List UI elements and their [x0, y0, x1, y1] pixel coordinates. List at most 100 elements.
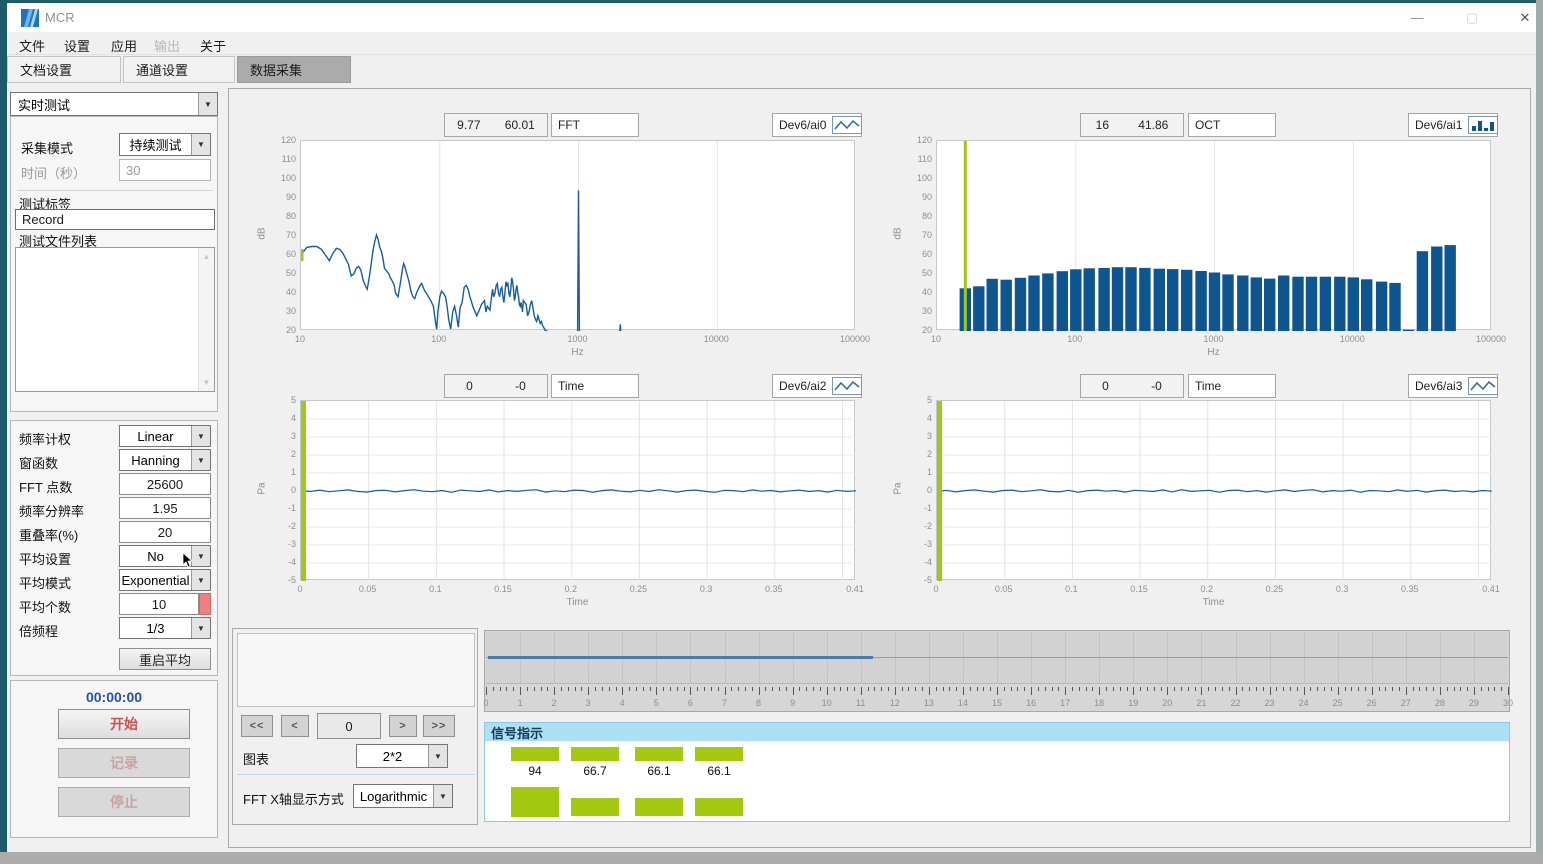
divider — [237, 774, 475, 775]
oct-bar — [1154, 269, 1165, 331]
x-tick-label: 0.35 — [1380, 584, 1440, 594]
test-file-listbox[interactable]: ▲ ▼ — [15, 247, 215, 392]
ruler-minor-tick — [745, 687, 746, 691]
window-border-top — [0, 0, 1543, 3]
ruler-number: 27 — [1394, 698, 1418, 708]
ruler-minor-tick — [799, 687, 800, 691]
scroll-up-icon[interactable]: ▲ — [199, 252, 214, 261]
oct-bar — [1292, 277, 1303, 331]
restart-average-button[interactable]: 重启平均 — [119, 648, 211, 670]
ruler-minor-tick — [908, 687, 909, 691]
y-tick-label: -4 — [264, 557, 296, 567]
oct-type-box[interactable]: OCT — [1188, 113, 1276, 137]
y-tick-label: -3 — [264, 539, 296, 549]
page-next-button[interactable]: > — [389, 715, 417, 737]
y-tick-label: 50 — [264, 268, 296, 278]
oct-bar — [1389, 283, 1400, 331]
ruler-minor-tick — [1460, 687, 1461, 691]
start-button[interactable]: 开始 — [58, 709, 190, 739]
tab-document-settings[interactable]: 文档设置 — [7, 56, 121, 83]
param-select-6[interactable]: Exponential▼ — [119, 569, 211, 591]
time-ai3-device-box[interactable]: Dev6/ai3 — [1408, 374, 1498, 398]
ruler-minor-tick — [1276, 687, 1277, 691]
time-ai3-type-box[interactable]: Time — [1188, 374, 1276, 398]
y-tick-label: 100 — [900, 173, 932, 183]
test-mode-select[interactable]: 实时测试 ▼ — [10, 92, 218, 116]
ruler-number: 7 — [713, 698, 737, 708]
chart4-plot-area[interactable] — [936, 400, 1491, 580]
fft-xaxis-select[interactable]: Logarithmic ▼ — [353, 784, 453, 808]
y-tick-label: 2 — [264, 449, 296, 459]
chart-cursor[interactable] — [301, 401, 306, 581]
ruler-number: 21 — [1189, 698, 1213, 708]
chart-cursor[interactable] — [937, 401, 942, 581]
y-tick-label: 3 — [900, 431, 932, 441]
ruler-minor-tick — [943, 687, 944, 691]
chart2-plot-area[interactable] — [936, 140, 1491, 330]
fft-type-box[interactable]: FFT — [551, 113, 639, 137]
param-input-2[interactable]: 25600 — [119, 473, 211, 495]
page-first-button[interactable]: << — [241, 715, 273, 737]
chart-layout-select[interactable]: 2*2 ▼ — [356, 744, 448, 768]
ruler-minor-tick — [1004, 687, 1005, 691]
time-ai2-device-box[interactable]: Dev6/ai2 — [772, 374, 862, 398]
signal-panel-title: 信号指示 — [485, 723, 543, 742]
oct-bar — [1098, 268, 1109, 331]
chart1-plot-area[interactable] — [300, 140, 855, 330]
oct-bar — [1125, 267, 1136, 331]
page-last-button[interactable]: >> — [423, 715, 455, 737]
param-select-8[interactable]: 1/3▼ — [119, 617, 211, 639]
menu-file[interactable]: 文件 — [15, 35, 49, 56]
menu-settings[interactable]: 设置 — [60, 35, 94, 56]
signal-level-value: 66.1 — [635, 764, 683, 778]
line-chart-icon — [1468, 377, 1498, 395]
param-select-0[interactable]: Linear▼ — [119, 425, 211, 447]
ruler-major-tick — [963, 687, 964, 695]
time-ai2-type-box[interactable]: Time — [551, 374, 639, 398]
window-border-left — [0, 0, 7, 864]
oct-device-box[interactable]: Dev6/ai1 — [1408, 113, 1498, 137]
scroll-down-icon[interactable]: ▼ — [199, 378, 214, 387]
time-ai3-cursor-readout: 0-0 — [1080, 374, 1184, 398]
ruler-minor-tick — [643, 687, 644, 691]
menu-about[interactable]: 关于 — [196, 35, 230, 56]
param-select-1[interactable]: Hanning▼ — [119, 449, 211, 471]
tab-data-acquisition[interactable]: 数据采集 — [237, 56, 351, 83]
ruler-minor-tick — [1229, 687, 1230, 691]
param-input-7[interactable]: 10 — [119, 593, 199, 615]
listbox-scrollbar[interactable]: ▲ ▼ — [198, 248, 214, 391]
param-input-4[interactable]: 20 — [119, 521, 211, 543]
page-prev-button[interactable]: < — [281, 715, 309, 737]
chart-time-ai3: 0-0 Time Dev6/ai3 00.050.10.150.20.250.3… — [868, 353, 1518, 615]
param-input-3[interactable]: 1.95 — [119, 497, 211, 519]
oct-bar — [973, 286, 984, 331]
ruler-minor-tick — [1086, 687, 1087, 691]
tab-channel-settings[interactable]: 通道设置 — [123, 56, 235, 83]
oct-cursor-readout: 1641.86 — [1080, 113, 1184, 137]
divider — [17, 190, 213, 191]
y-tick-label: 30 — [900, 306, 932, 316]
menu-output: 输出 — [150, 35, 184, 56]
minimize-button[interactable]: — — [1402, 7, 1432, 29]
ruler-minor-tick — [752, 687, 753, 691]
ruler-major-tick — [520, 687, 521, 695]
y-tick-label: 40 — [900, 287, 932, 297]
ruler-major-tick — [1236, 687, 1237, 695]
param-select-5[interactable]: No▼ — [119, 545, 211, 567]
ruler-minor-tick — [1195, 687, 1196, 691]
ruler-minor-tick — [506, 687, 507, 691]
menu-application[interactable]: 应用 — [107, 35, 141, 56]
acq-mode-select[interactable]: 持续测试 ▼ — [119, 133, 211, 156]
page-number-input[interactable]: 0 — [317, 713, 381, 739]
chart3-plot-area[interactable] — [300, 400, 855, 580]
ruler-number: 5 — [644, 698, 668, 708]
maximize-button[interactable]: ▢ — [1457, 7, 1487, 29]
fft-device-box[interactable]: Dev6/ai0 — [772, 113, 862, 137]
ruler-number: 6 — [678, 698, 702, 708]
timeline-ruler: 0123456789101112131415161718192021222324… — [486, 685, 1508, 711]
ruler-major-tick — [656, 687, 657, 695]
test-tag-input[interactable]: Record — [15, 209, 215, 230]
ruler-minor-tick — [1222, 687, 1223, 691]
ruler-minor-tick — [772, 687, 773, 691]
ruler-major-tick — [1508, 687, 1509, 695]
